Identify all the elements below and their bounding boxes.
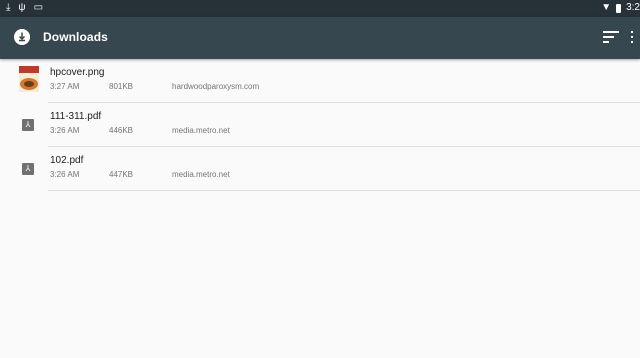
usb-icon: ψ [18,2,26,13]
source-domain: hardwoodparoxysm.com [172,82,260,91]
source-domain: media.metro.net [172,126,230,135]
download-time: 3:27 AM [50,82,80,91]
page-title: Downloads [43,30,108,44]
pdf-icon: ⅄ [22,119,34,131]
file-size: 447KB [109,170,134,179]
status-bar-right: ▼ 3:2 [601,2,640,14]
wifi-icon: ▼ [601,2,612,13]
download-icon: ⤓ [6,2,11,13]
battery-icon [616,3,622,13]
source-domain: media.metro.net [172,170,230,179]
status-bar: ⤓ ψ ▭ ▼ 3:2 [0,0,640,17]
sort-icon[interactable] [603,31,619,45]
downloads-list: hpcover.png 3:27 AM 801KB hardwoodparoxy… [0,59,640,191]
list-item[interactable]: hpcover.png 3:27 AM 801KB hardwoodparoxy… [0,59,640,103]
app-bar: Downloads [0,17,640,59]
divider [48,190,640,191]
pdf-icon: ⅄ [22,163,34,175]
image-icon: ▭ [33,2,44,13]
list-item[interactable]: ⅄ 102.pdf 3:26 AM 447KB media.metro.net [0,147,640,191]
download-circle-icon [14,29,30,45]
image-thumbnail-icon [19,66,39,92]
file-size: 446KB [109,126,134,135]
list-item[interactable]: ⅄ 111-311.pdf 3:26 AM 446KB media.metro.… [0,103,640,147]
status-time: 3:2 [626,2,640,13]
file-name: hpcover.png [50,67,105,78]
overflow-menu-icon[interactable] [630,31,634,45]
download-time: 3:26 AM [50,170,80,179]
status-bar-left-icons: ⤓ ψ ▭ [6,2,43,14]
file-name: 102.pdf [50,155,84,166]
download-time: 3:26 AM [50,126,80,135]
file-size: 801KB [109,82,134,91]
file-name: 111-311.pdf [50,111,102,122]
